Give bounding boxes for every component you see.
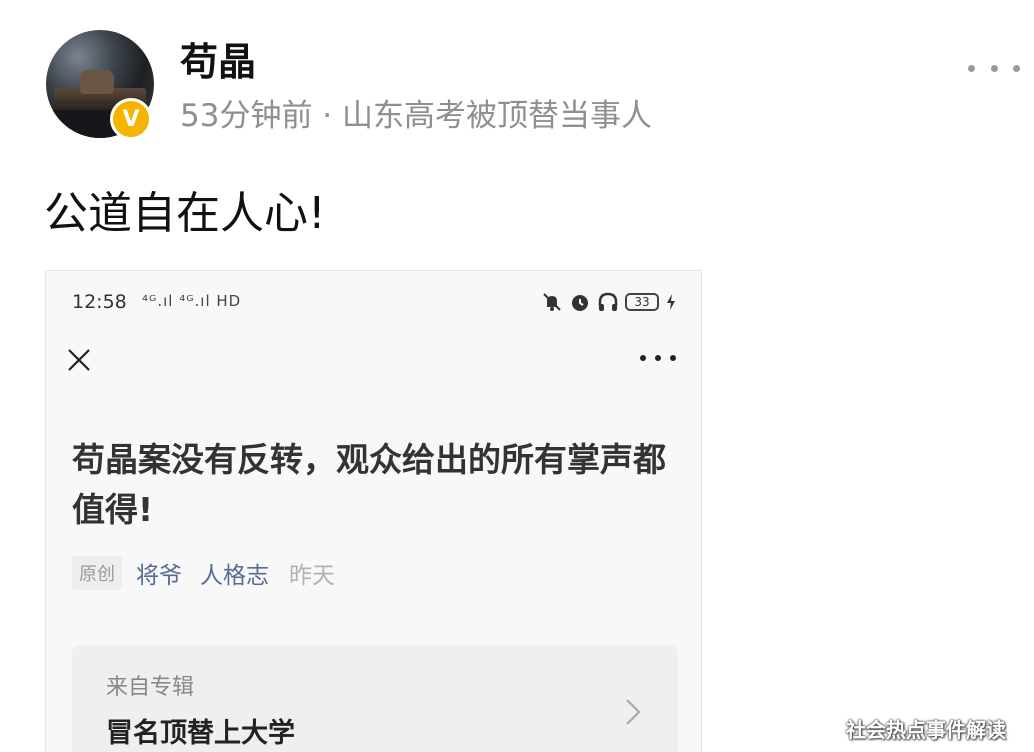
more-icon[interactable] xyxy=(968,58,1020,78)
verified-badge-icon: V xyxy=(110,98,152,140)
album-from-label: 来自专辑 xyxy=(106,675,195,700)
article-date: 昨天 xyxy=(289,563,335,589)
weibo-post: V 苟晶 53分钟前 · 山东高考被顶替当事人 公道自在人心! 12:58 ⁴ᴳ… xyxy=(0,0,1034,752)
chevron-right-icon xyxy=(626,699,641,725)
mute-icon xyxy=(543,293,561,311)
close-icon[interactable] xyxy=(66,347,92,373)
account-link[interactable]: 人格志 xyxy=(200,556,269,590)
status-bar: 12:58 ⁴ᴳ.ıl ⁴ᴳ.ıl HD 33 xyxy=(72,291,677,317)
dots-icon[interactable] xyxy=(640,355,676,365)
article-title: 苟晶案没有反转，观众给出的所有掌声都值得! xyxy=(72,440,666,529)
post-text: 公道自在人心! xyxy=(44,188,326,239)
signal-indicators: ⁴ᴳ.ıl ⁴ᴳ.ıl HD xyxy=(142,292,242,310)
post-meta: 53分钟前 · 山东高考被顶替当事人 xyxy=(180,98,653,134)
article-byline: 原创 将爷 人格志 昨天 xyxy=(72,555,335,591)
status-time: 12:58 xyxy=(72,291,127,313)
embedded-screenshot[interactable]: 12:58 ⁴ᴳ.ıl ⁴ᴳ.ıl HD 33 苟晶案没有反转，观众给出的所有掌… xyxy=(45,270,702,752)
alarm-icon xyxy=(572,295,588,311)
original-tag: 原创 xyxy=(72,556,122,590)
album-name: 冒名顶替上大学 xyxy=(106,718,295,749)
watermark: 社会热点事件解读 xyxy=(846,718,1006,742)
battery-indicator: 33 xyxy=(625,293,659,311)
author-link[interactable]: 将爷 xyxy=(136,556,182,590)
username[interactable]: 苟晶 xyxy=(180,38,256,86)
headphone-icon xyxy=(598,292,618,311)
album-card[interactable]: 来自专辑 冒名顶替上大学 xyxy=(72,645,678,752)
charging-icon xyxy=(667,294,675,310)
